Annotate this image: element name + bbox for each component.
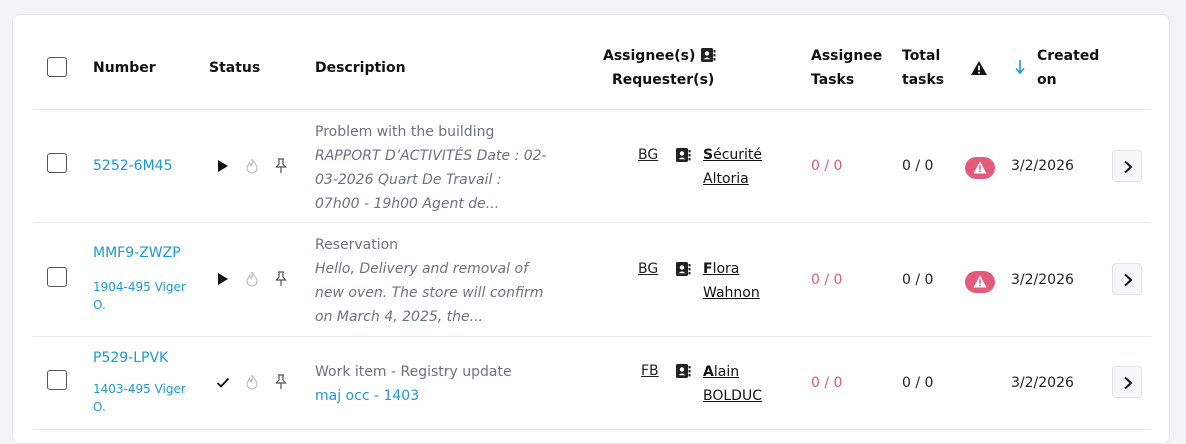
ticket-number-link[interactable]: 5252-6M45 (93, 158, 172, 174)
table-header: Number Status Description Assignee(s) Re… (13, 15, 1171, 110)
play-icon[interactable] (217, 159, 229, 173)
chevron-right-icon (1124, 376, 1133, 390)
total-tasks-count: 0 / 0 (902, 158, 934, 174)
header-assignees[interactable]: Assignee(s) (603, 44, 695, 68)
description-link[interactable]: maj occ - 1403 (315, 384, 512, 408)
table-row[interactable]: MMF9-ZWZP 1904-495 Viger O. Reservation H… (13, 223, 1171, 337)
assignee-initials[interactable]: FB (641, 363, 659, 379)
header-total-tasks-line1[interactable]: Total (902, 44, 940, 68)
assignee-initials[interactable]: BG (638, 147, 658, 163)
header-assignee-tasks-line1[interactable]: Assignee (811, 44, 882, 68)
header-total-tasks-line2: tasks (902, 72, 945, 88)
chevron-right-icon (1124, 273, 1133, 287)
contact-book-icon (676, 262, 691, 276)
description-detail: Hello, Delivery and removal of new oven.… (315, 261, 544, 325)
chevron-right-icon (1124, 160, 1133, 174)
contact-book-icon (676, 364, 691, 378)
play-icon[interactable] (217, 272, 229, 286)
description-title: Work item - Registry update (315, 364, 512, 380)
table-row[interactable]: P529-LPVK 1403-495 Viger O. Work item - R… (13, 337, 1171, 431)
check-icon[interactable] (216, 377, 230, 389)
header-status[interactable]: Status (209, 56, 260, 80)
total-tasks-count: 0 / 0 (902, 375, 934, 391)
requester-name[interactable]: Alain BOLDUC (703, 360, 762, 408)
header-number[interactable]: Number (93, 56, 156, 80)
row-checkbox[interactable] (47, 370, 67, 390)
header-requesters[interactable]: Requester(s) (612, 68, 714, 92)
contact-book-icon (676, 148, 691, 162)
description-title: Problem with the building (315, 124, 495, 140)
alert-badge[interactable] (965, 271, 995, 293)
open-ticket-button[interactable] (1112, 150, 1142, 182)
ticket-number-link[interactable]: P529-LPVK (93, 350, 168, 366)
sort-down-arrow-icon[interactable] (1014, 59, 1026, 75)
alert-icon (973, 161, 987, 174)
assignee-tasks-count: 0 / 0 (811, 375, 843, 391)
flame-icon[interactable] (245, 374, 259, 390)
open-ticket-button[interactable] (1112, 263, 1142, 295)
pin-icon[interactable] (275, 158, 287, 174)
flame-icon[interactable] (245, 271, 259, 287)
created-date: 3/2/2026 (1011, 158, 1074, 174)
description-title: Reservation (315, 237, 399, 253)
flame-icon[interactable] (245, 158, 259, 174)
assignee-tasks-count: 0 / 0 (811, 158, 843, 174)
requester-name[interactable]: Sécurité Altoria (703, 143, 762, 191)
open-ticket-button[interactable] (1112, 366, 1142, 398)
table-row[interactable]: 5252-6M45 Problem with the building RAPP… (13, 110, 1171, 223)
assignee-tasks-count: 0 / 0 (811, 272, 843, 288)
warning-icon[interactable] (970, 60, 988, 76)
requester-name[interactable]: Flora Wahnon (703, 257, 760, 305)
assignee-initials[interactable]: BG (638, 261, 658, 277)
header-created-line2: on (1037, 72, 1057, 88)
row-checkbox[interactable] (47, 267, 67, 287)
header-description[interactable]: Description (315, 56, 406, 80)
location-link[interactable]: 1904-495 Viger O. (93, 278, 186, 314)
row-checkbox[interactable] (47, 153, 67, 173)
alert-badge[interactable] (965, 157, 995, 179)
select-all-checkbox[interactable] (47, 57, 67, 77)
created-date: 3/2/2026 (1011, 375, 1074, 391)
alert-icon (973, 275, 987, 288)
header-created-line1[interactable]: Created (1037, 44, 1099, 68)
description-cell[interactable]: Reservation Hello, Delivery and removal … (315, 233, 547, 329)
created-date: 3/2/2026 (1011, 272, 1074, 288)
description-cell[interactable]: Work item - Registry update maj occ - 14… (315, 360, 512, 408)
tickets-table-card: Number Status Description Assignee(s) Re… (12, 14, 1170, 444)
pin-icon[interactable] (275, 374, 287, 390)
description-detail: RAPPORT D’ACTIVITÉS Date : 02-03-2026 Qu… (315, 148, 547, 212)
location-link[interactable]: 1403-495 Viger O. (93, 380, 186, 416)
ticket-number-link[interactable]: MMF9-ZWZP (93, 245, 181, 261)
total-tasks-count: 0 / 0 (902, 272, 934, 288)
pin-icon[interactable] (275, 271, 287, 287)
header-assignee-tasks-line2: Tasks (811, 72, 855, 88)
contact-book-icon[interactable] (700, 47, 716, 63)
description-cell[interactable]: Problem with the building RAPPORT D’ACTI… (315, 120, 547, 216)
